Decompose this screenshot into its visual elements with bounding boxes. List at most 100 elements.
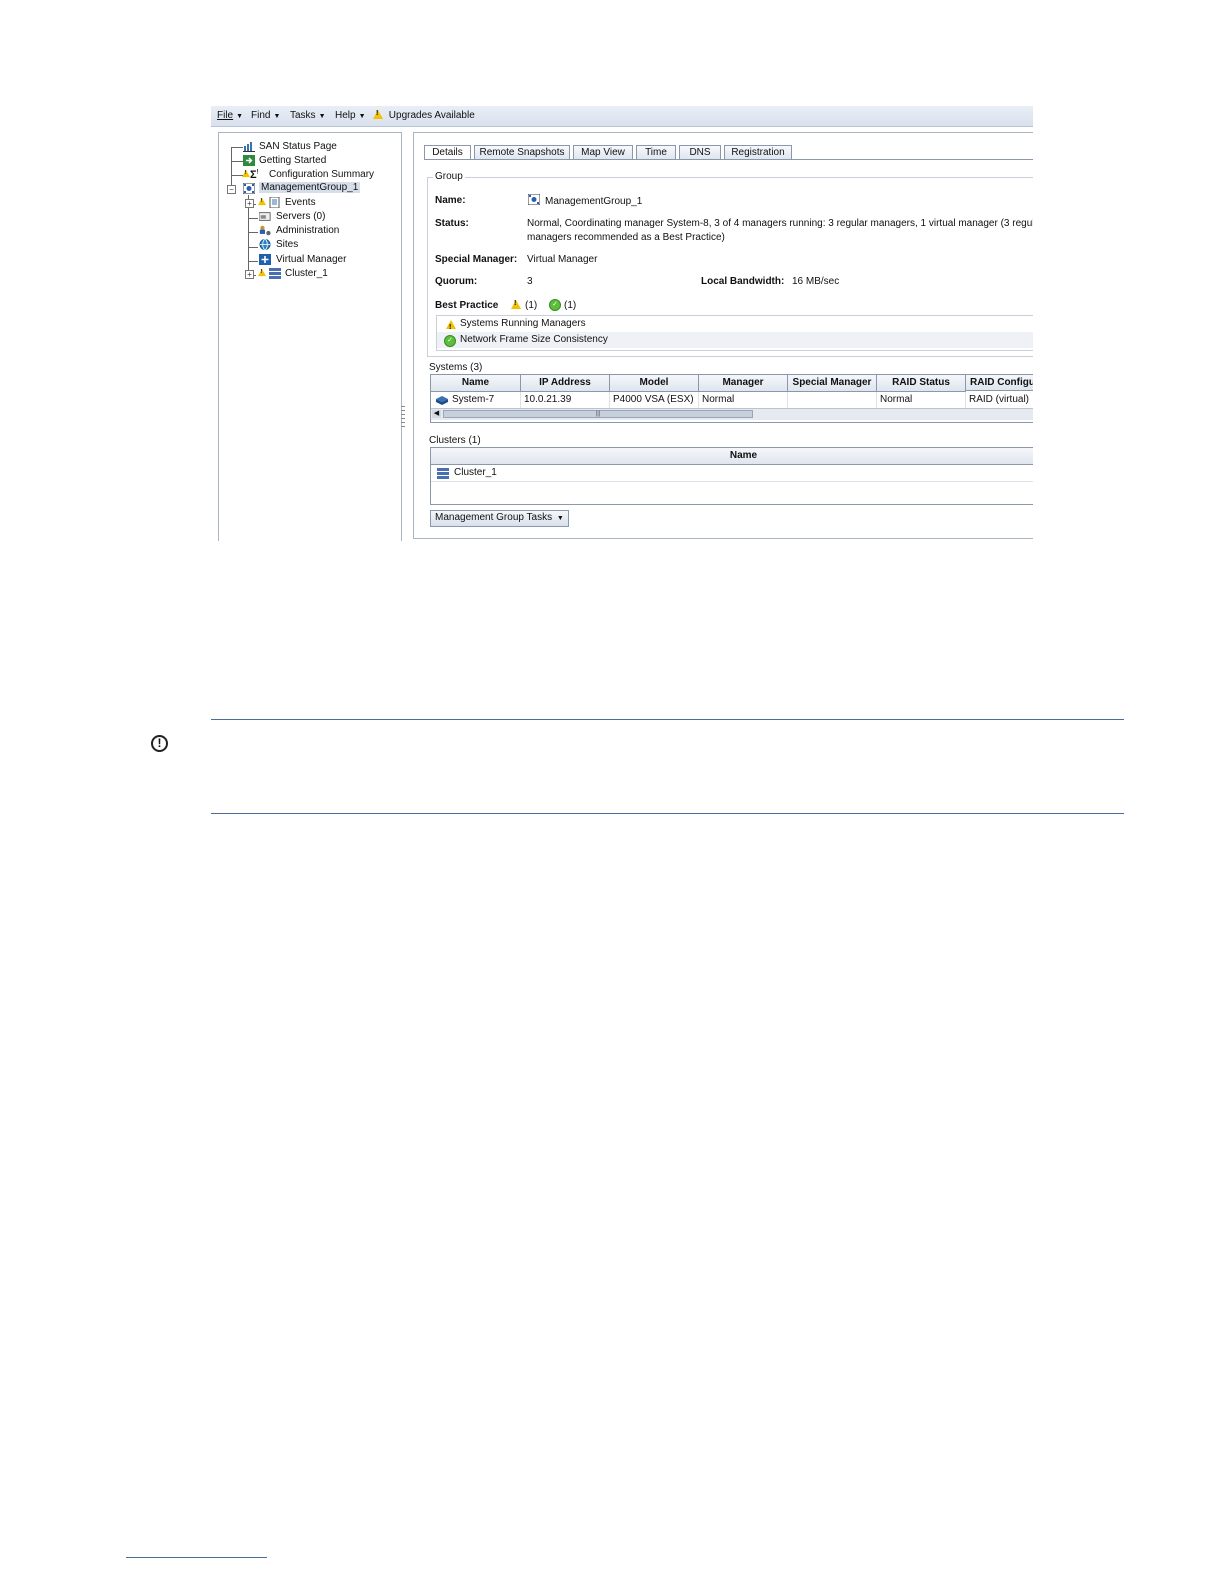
- scrollbar-thumb[interactable]: |||: [443, 410, 753, 418]
- tree-label: Administration: [276, 225, 340, 236]
- expand-toggle[interactable]: +: [245, 199, 254, 208]
- column-header[interactable]: IP Address: [521, 375, 610, 392]
- tab-time[interactable]: Time: [636, 145, 676, 159]
- table-row[interactable]: System-7 10.0.21.39 P4000 VSA (ESX) Norm…: [431, 392, 1033, 408]
- upgrades-label: Upgrades Available: [388, 110, 475, 121]
- warning-icon: [373, 110, 383, 119]
- tab-label: Map View: [581, 147, 625, 158]
- tree-label: Configuration Summary: [269, 169, 375, 180]
- globe-icon: [259, 239, 271, 250]
- tree-label: Sites: [276, 239, 299, 250]
- menu-help[interactable]: Help ▼: [335, 110, 366, 121]
- virtual-manager-icon: [259, 254, 271, 265]
- table-cell: RAID (virtual): [966, 392, 1033, 408]
- tree-label: Servers (0): [276, 211, 326, 222]
- sigma-icon: Σ!: [250, 169, 259, 181]
- cmc-window: File▼ Find▼ Tasks▼ Help▼ Upgrades Availa…: [211, 106, 1033, 541]
- management-group-icon: [528, 194, 540, 205]
- tab-label: Time: [645, 147, 667, 158]
- table-cell: [788, 392, 877, 408]
- menu-help-label: Help: [335, 110, 356, 121]
- best-practice-label: Best Practice: [435, 300, 499, 311]
- tab-label: Registration: [731, 147, 785, 158]
- menu-find[interactable]: Find ▼: [251, 110, 280, 121]
- tab-registration[interactable]: Registration: [724, 145, 792, 159]
- warning-icon: [242, 169, 250, 178]
- menu-find-label: Find: [251, 110, 271, 121]
- tree-label: Getting Started: [259, 155, 327, 166]
- getting-started-icon: [243, 155, 255, 166]
- column-header[interactable]: Name: [431, 375, 521, 392]
- horizontal-scrollbar[interactable]: ◀ |||: [431, 408, 1033, 420]
- important-icon: !: [151, 735, 168, 752]
- quorum-value: 3: [527, 276, 533, 287]
- management-group-icon: [243, 183, 255, 194]
- note-top-rule: [211, 719, 1124, 720]
- column-header[interactable]: Name: [431, 448, 1033, 465]
- tab-details[interactable]: Details: [424, 145, 471, 160]
- panel-splitter[interactable]: [401, 406, 405, 430]
- tree-label: Cluster_1: [285, 268, 328, 279]
- group-legend: Group: [433, 171, 465, 182]
- tab-label: Remote Snapshots: [479, 147, 565, 158]
- warning-icon: [258, 268, 266, 277]
- expand-toggle[interactable]: +: [245, 270, 254, 279]
- clusters-title: Clusters (1): [429, 435, 481, 446]
- menu-tasks-label: Tasks: [290, 110, 316, 121]
- tree-label: Events: [285, 197, 316, 208]
- table-cell: Normal: [699, 392, 788, 408]
- column-header[interactable]: Special Manager: [788, 375, 877, 392]
- systems-table: Name IP Address Model Manager Special Ma…: [430, 374, 1033, 423]
- column-header[interactable]: RAID Status: [877, 375, 966, 392]
- menu-bar: File▼ Find▼ Tasks▼ Help▼ Upgrades Availa…: [211, 106, 1033, 127]
- tab-map-view[interactable]: Map View: [573, 145, 633, 159]
- warning-icon: [511, 300, 521, 309]
- table-cell: Cluster_1: [454, 467, 497, 478]
- cluster-icon: [437, 468, 449, 479]
- name-label: Name:: [435, 195, 466, 206]
- details-panel: Details Remote Snapshots Map View Time D…: [413, 132, 1033, 539]
- status-label: Status:: [435, 218, 469, 229]
- table-row[interactable]: Cluster_1: [431, 465, 1033, 482]
- best-practice-row[interactable]: ✓ Network Frame Size Consistency: [437, 332, 1033, 348]
- tree-label: Virtual Manager: [276, 254, 347, 265]
- name-value: ManagementGroup_1: [545, 196, 643, 207]
- status-value-line1: Normal, Coordinating manager System-8, 3…: [527, 218, 1033, 229]
- tasks-button-label: Management Group Tasks: [435, 512, 553, 523]
- column-header[interactable]: Model: [610, 375, 699, 392]
- best-practice-row-label: Network Frame Size Consistency: [460, 334, 608, 345]
- local-bandwidth-label: Local Bandwidth:: [701, 276, 785, 287]
- scroll-left-icon[interactable]: ◀: [432, 410, 441, 418]
- navigation-tree: SAN Status Page Getting Started Σ! Confi…: [218, 132, 402, 541]
- table-cell: 10.0.21.39: [521, 392, 610, 408]
- table-cell: Normal: [877, 392, 966, 408]
- cluster-icon: [269, 268, 281, 279]
- tab-label: Details: [432, 147, 463, 158]
- tab-dns[interactable]: DNS: [679, 145, 721, 159]
- best-practice-row[interactable]: Systems Running Managers: [437, 316, 1033, 336]
- menu-file-label: File: [217, 110, 234, 121]
- menu-tasks[interactable]: Tasks ▼: [290, 110, 326, 121]
- storage-system-icon: [436, 396, 448, 405]
- footer-rule: [126, 1557, 267, 1558]
- collapse-toggle[interactable]: −: [227, 185, 236, 194]
- chevron-down-icon: ▼: [556, 515, 564, 522]
- column-header[interactable]: Manager: [699, 375, 788, 392]
- local-bandwidth-value: 16 MB/sec: [792, 276, 840, 287]
- quorum-label: Quorum:: [435, 276, 478, 287]
- best-practice-warning-count: (1): [525, 300, 538, 311]
- column-header[interactable]: RAID Configu: [966, 375, 1033, 391]
- status-value-line2: managers recommended as a Best Practice): [527, 232, 725, 243]
- tab-remote-snapshots[interactable]: Remote Snapshots: [474, 145, 570, 159]
- best-practice-ok-count: (1): [564, 300, 577, 311]
- clusters-table: Name Cluster_1: [430, 447, 1033, 505]
- tab-label: DNS: [689, 147, 711, 158]
- warning-icon: [446, 320, 456, 336]
- menu-file[interactable]: File ▼: [217, 110, 243, 121]
- management-group-tasks-button[interactable]: Management Group Tasks ▼: [430, 510, 569, 527]
- upgrades-available-link[interactable]: Upgrades Available: [373, 110, 475, 121]
- check-icon: ✓: [444, 335, 456, 347]
- tree-label: ManagementGroup_1: [259, 182, 361, 193]
- tree-label: SAN Status Page: [259, 141, 337, 152]
- administration-icon: [259, 225, 271, 236]
